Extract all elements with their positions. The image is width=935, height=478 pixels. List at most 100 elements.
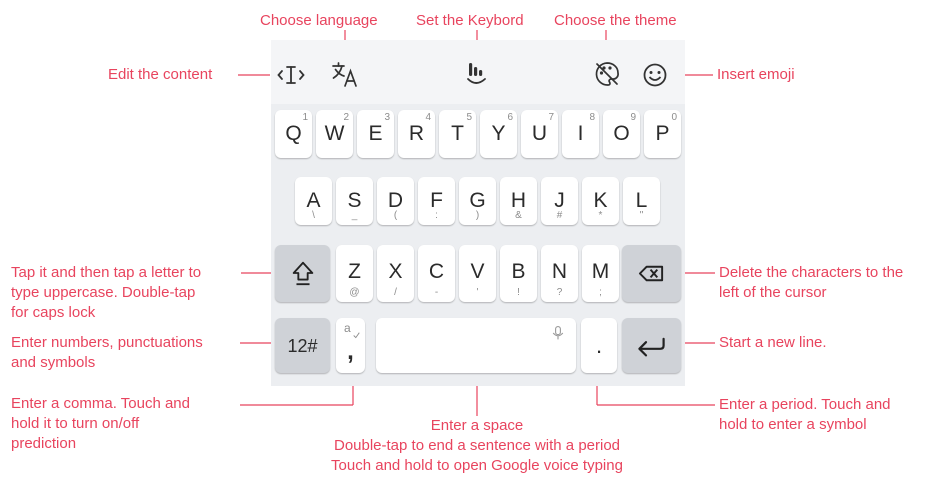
key-sub: ? xyxy=(556,287,563,298)
key-e[interactable]: 3E xyxy=(357,110,394,158)
period-annotation-line: Enter a period. Touch and xyxy=(719,396,891,413)
key-g[interactable]: G) xyxy=(459,177,496,225)
keyboard-toolbar xyxy=(271,40,685,104)
key-label: V xyxy=(470,260,485,283)
key-o[interactable]: 9O xyxy=(603,110,640,158)
key-sub: - xyxy=(434,287,439,298)
text-cursor-icon[interactable] xyxy=(276,60,306,90)
key-label: Q xyxy=(285,122,302,145)
key-m[interactable]: M; xyxy=(582,245,619,302)
shift-arrow-icon xyxy=(292,261,314,286)
key-sub: # xyxy=(556,210,563,221)
key-label: E xyxy=(368,122,383,145)
comma-annotation-line: hold it to turn on/off xyxy=(11,415,140,432)
key-label: P xyxy=(655,122,670,145)
delete-annotation: Delete the characters to the left of the… xyxy=(719,263,903,303)
key-sub: ; xyxy=(599,287,602,298)
delete-annotation-line: Delete the characters to the xyxy=(719,264,904,281)
period-key[interactable]: . xyxy=(581,318,617,373)
comma-key[interactable]: a , xyxy=(336,318,365,373)
key-s[interactable]: S _ xyxy=(336,177,373,225)
key-sub: \ xyxy=(312,210,315,221)
comma-annotation-line: Enter a comma. Touch and xyxy=(11,395,190,412)
space-key[interactable] xyxy=(376,318,576,373)
translate-icon[interactable] xyxy=(330,59,360,89)
key-l[interactable]: L " xyxy=(623,177,660,225)
prediction-hint: a xyxy=(344,321,351,335)
key-label: X xyxy=(388,260,403,283)
key-y[interactable]: 6Y xyxy=(480,110,517,158)
comma-annotation-line: prediction xyxy=(11,435,77,452)
key-u[interactable]: 7U xyxy=(521,110,558,158)
mic-icon xyxy=(552,326,564,340)
key-t[interactable]: 5T xyxy=(439,110,476,158)
choose-theme-label: Choose the theme xyxy=(554,12,677,29)
key-h[interactable]: H & xyxy=(500,177,537,225)
key-w[interactable]: 2W xyxy=(316,110,353,158)
shift-key[interactable] xyxy=(275,245,330,302)
key-label: O xyxy=(613,122,630,145)
key-sub: ! xyxy=(517,287,520,298)
numbers-annotation-line: Enter numbers, punctuations xyxy=(11,334,203,351)
numbers-annotation-line: and symbols xyxy=(11,354,96,371)
key-label: Z xyxy=(348,260,361,283)
key-label: R xyxy=(408,122,425,145)
key-sub: @ xyxy=(349,287,360,298)
comma-label: , xyxy=(347,338,354,365)
key-r[interactable]: 4R xyxy=(398,110,435,158)
key-sub: * xyxy=(598,210,603,221)
key-label: T xyxy=(451,122,464,145)
keyboard: 1Q 2W 3E 4R 5T 6Y 7U 8I 9O 0P A \ S _ D( F… xyxy=(271,40,685,386)
palette-off-icon[interactable] xyxy=(592,59,622,89)
key-label: U xyxy=(531,122,548,145)
key-a[interactable]: A \ xyxy=(295,177,332,225)
key-j[interactable]: J # xyxy=(541,177,578,225)
enter-key[interactable] xyxy=(622,318,681,373)
backspace-icon xyxy=(638,265,664,282)
key-f[interactable]: F: xyxy=(418,177,455,225)
numbers-key[interactable]: 12# xyxy=(275,318,330,373)
key-n[interactable]: N? xyxy=(541,245,578,302)
key-z[interactable]: Z @ xyxy=(336,245,373,302)
backspace-key[interactable] xyxy=(622,245,681,302)
insert-emoji-label: Insert emoji xyxy=(717,66,795,83)
numbers-key-label: 12# xyxy=(287,336,318,356)
period-annotation: Enter a period. Touch and hold to enter … xyxy=(719,395,891,435)
smiley-icon[interactable] xyxy=(640,60,670,90)
key-q[interactable]: 1Q xyxy=(275,110,312,158)
key-sub: ' xyxy=(476,287,479,298)
key-p[interactable]: 0P xyxy=(644,110,681,158)
key-label: I xyxy=(577,122,584,145)
numbers-annotation: Enter numbers, punctuations and symbols xyxy=(11,333,203,373)
key-k[interactable]: K * xyxy=(582,177,619,225)
key-sub: ( xyxy=(393,210,398,221)
enter-arrow-icon xyxy=(638,337,665,357)
key-x[interactable]: X / xyxy=(377,245,414,302)
key-c[interactable]: C- xyxy=(418,245,455,302)
space-annotation: Enter a space Double-tap to end a senten… xyxy=(275,416,679,476)
key-label: Y xyxy=(491,122,506,145)
shift-annotation: Tap it and then tap a letter to type upp… xyxy=(11,263,201,323)
space-annotation-line: Double-tap to end a sentence with a peri… xyxy=(333,437,621,454)
hand-touch-icon[interactable] xyxy=(462,59,492,89)
set-keyboard-label: Set the Keybord xyxy=(416,12,524,29)
key-sub: / xyxy=(394,287,397,298)
key-sub: _ xyxy=(351,210,358,221)
shift-annotation-line: for caps lock xyxy=(11,304,96,321)
key-v[interactable]: V ' xyxy=(459,245,496,302)
key-b[interactable]: B! xyxy=(500,245,537,302)
key-sub: : xyxy=(435,210,438,221)
shift-annotation-line: type uppercase. Double-tap xyxy=(11,284,196,301)
key-label: C xyxy=(428,260,445,283)
period-annotation-line: hold to enter a symbol xyxy=(719,416,867,433)
key-label: W xyxy=(324,122,345,145)
check-icon xyxy=(353,332,360,339)
key-sub: ) xyxy=(475,210,480,221)
key-label: N xyxy=(551,260,568,283)
key-i[interactable]: 8I xyxy=(562,110,599,158)
key-label: M xyxy=(591,260,610,283)
shift-annotation-line: Tap it and then tap a letter to xyxy=(11,264,202,281)
key-d[interactable]: D( xyxy=(377,177,414,225)
key-sub: & xyxy=(515,210,522,221)
choose-language-label: Choose language xyxy=(260,12,378,29)
